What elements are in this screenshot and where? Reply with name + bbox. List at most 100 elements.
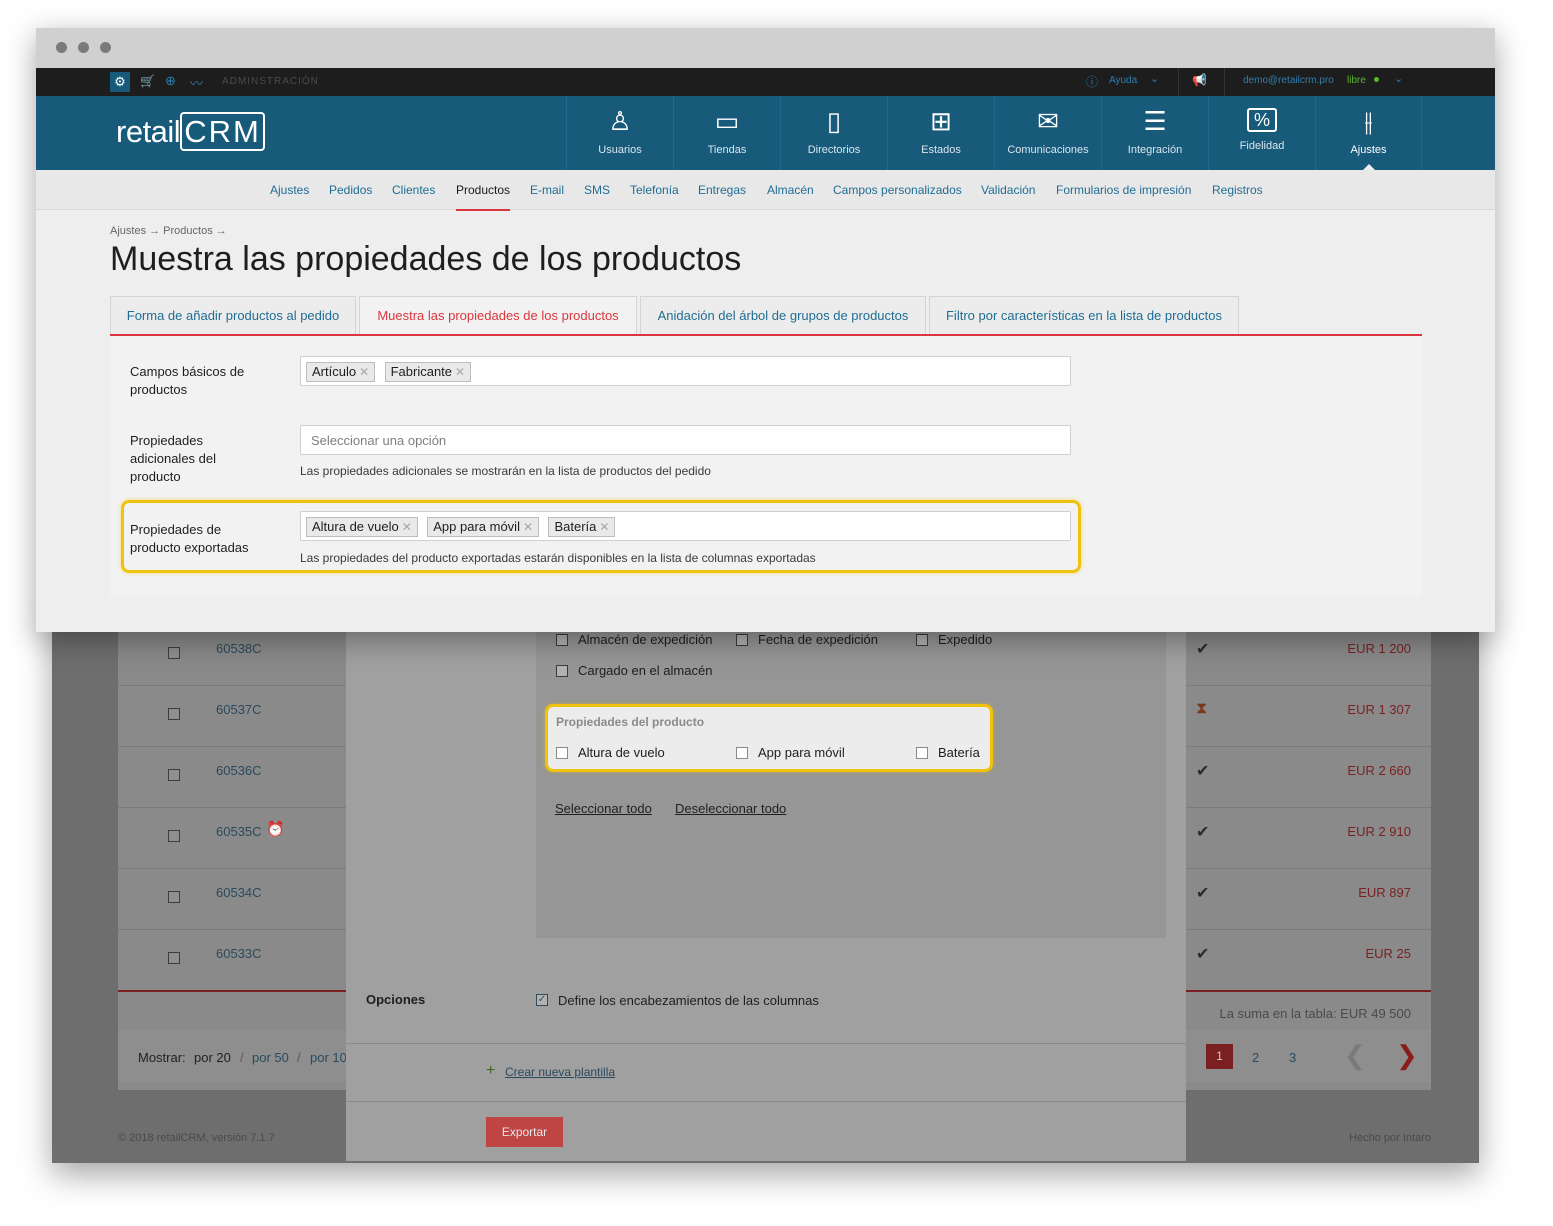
per-page-100[interactable]: por 10 bbox=[310, 1050, 347, 1065]
tab-tree-nesting[interactable]: Anidación del árbol de grupos de product… bbox=[640, 296, 926, 335]
status-icon: ⊞ bbox=[930, 106, 952, 136]
nav-comunicaciones[interactable]: ✉ Comunicaciones bbox=[994, 96, 1101, 170]
remove-tag-icon[interactable]: ✕ bbox=[599, 520, 609, 534]
row-checkbox[interactable] bbox=[168, 708, 180, 720]
tag[interactable]: App para móvil ✕ bbox=[427, 517, 540, 537]
subnav-campos-personalizados[interactable]: Campos personalizados bbox=[833, 183, 962, 197]
next-page-icon[interactable]: ❯ bbox=[1396, 1040, 1418, 1071]
tab-filter-characteristics[interactable]: Filtro por características en la lista d… bbox=[929, 296, 1239, 335]
gear-icon[interactable]: ⚙ bbox=[110, 72, 130, 92]
remove-tag-icon[interactable]: ✕ bbox=[402, 520, 412, 534]
order-number[interactable]: 60536C bbox=[216, 763, 262, 778]
define-headers-checkbox[interactable]: ✓ bbox=[536, 994, 548, 1006]
tag[interactable]: Batería ✕ bbox=[548, 517, 616, 537]
user-email[interactable]: demo@retailcrm.pro bbox=[1243, 75, 1334, 86]
plan-badge: libre bbox=[1347, 75, 1366, 86]
nav-tiendas[interactable]: ▭ Tiendas bbox=[673, 96, 780, 170]
plus-icon[interactable]: + bbox=[486, 1062, 495, 1080]
deselect-all-link[interactable]: Deseleccionar todo bbox=[675, 801, 786, 816]
footer-credit[interactable]: Hecho por Intaro bbox=[1349, 1132, 1431, 1144]
order-price: EUR 25 bbox=[1365, 946, 1411, 961]
subnav-sms[interactable]: SMS bbox=[584, 183, 610, 197]
subnav-clientes[interactable]: Clientes bbox=[392, 183, 435, 197]
define-headers-label: Define los encabezamientos de las column… bbox=[558, 993, 819, 1008]
order-number[interactable]: 60538C bbox=[216, 641, 262, 656]
row-checkbox[interactable] bbox=[168, 830, 180, 842]
chevron-down-icon[interactable]: ⌄ bbox=[1150, 72, 1159, 85]
subnav-email[interactable]: E-mail bbox=[530, 183, 564, 197]
page-2[interactable]: 2 bbox=[1252, 1050, 1259, 1065]
nav-estados[interactable]: ⊞ Estados bbox=[887, 96, 994, 170]
remove-tag-icon[interactable]: ✕ bbox=[523, 520, 533, 534]
order-number[interactable]: 60533C bbox=[216, 946, 262, 961]
row-checkbox[interactable] bbox=[168, 952, 180, 964]
tab-show-properties[interactable]: Muestra las propiedades de los productos bbox=[359, 296, 637, 335]
nav-usuarios[interactable]: ♙ Usuarios bbox=[566, 96, 673, 170]
select-all-link[interactable]: Seleccionar todo bbox=[555, 801, 652, 816]
crosshair-icon[interactable]: ⊕ bbox=[165, 73, 176, 89]
basic-fields-select[interactable]: Artículo ✕ Fabricante ✕ bbox=[300, 356, 1071, 386]
prev-page-icon[interactable]: ❮ bbox=[1344, 1040, 1366, 1071]
subnav-productos[interactable]: Productos bbox=[456, 183, 511, 211]
remove-tag-icon[interactable]: ✕ bbox=[359, 365, 369, 379]
window-minimize-dot[interactable] bbox=[78, 42, 89, 53]
field-checkbox[interactable] bbox=[916, 634, 928, 646]
field-checkbox[interactable] bbox=[556, 665, 568, 677]
subnav-entregas[interactable]: Entregas bbox=[698, 183, 746, 197]
tag[interactable]: Artículo ✕ bbox=[306, 362, 376, 382]
field-checkbox[interactable] bbox=[556, 634, 568, 646]
divider bbox=[346, 1043, 1186, 1044]
prop-checkbox[interactable] bbox=[916, 747, 928, 759]
window-zoom-dot[interactable] bbox=[100, 42, 111, 53]
exported-props-select[interactable]: Altura de vuelo ✕ App para móvil ✕ Batería… bbox=[300, 511, 1071, 541]
nav-ajustes[interactable]: ⫲ Ajustes bbox=[1315, 96, 1422, 170]
order-price: EUR 2 660 bbox=[1347, 763, 1411, 778]
prop-checkbox[interactable] bbox=[556, 747, 568, 759]
logo[interactable]: retail CRM bbox=[116, 112, 265, 151]
nav-integracion[interactable]: ☰ Integración bbox=[1101, 96, 1208, 170]
export-button[interactable]: Exportar bbox=[486, 1117, 563, 1147]
row-checkbox[interactable] bbox=[168, 647, 180, 659]
subnav-ajustes[interactable]: Ajustes bbox=[270, 183, 309, 197]
tab-add-products[interactable]: Forma de añadir productos al pedido bbox=[110, 296, 356, 335]
subnav-formularios[interactable]: Formularios de impresión bbox=[1056, 183, 1191, 197]
cart-icon[interactable]: 🛒 bbox=[140, 74, 155, 88]
page-1[interactable]: 1 bbox=[1206, 1044, 1233, 1069]
help-link[interactable]: Ayuda bbox=[1109, 75, 1137, 86]
nav-directorios[interactable]: ▯ Directorios bbox=[780, 96, 887, 170]
window-close-dot[interactable] bbox=[56, 42, 67, 53]
breadcrumb[interactable]: Ajustes → Productos → bbox=[110, 225, 227, 237]
additional-props-select[interactable]: Seleccionar una opción bbox=[300, 425, 1071, 455]
help-icon[interactable]: ⓘ bbox=[1086, 73, 1098, 90]
create-template-link[interactable]: Crear nueva plantilla bbox=[505, 1065, 615, 1079]
remove-tag-icon[interactable]: ✕ bbox=[455, 365, 465, 379]
check-icon: ✔ bbox=[1196, 946, 1210, 963]
subnav-telefonia[interactable]: Telefonía bbox=[630, 183, 679, 197]
admin-bar: ⚙ 🛒 ⊕ 〰 ADMINSTRACIÓN ⓘ Ayuda ⌄ 📢 demo@r… bbox=[36, 68, 1495, 96]
row-checkbox[interactable] bbox=[168, 891, 180, 903]
order-number[interactable]: 60534C bbox=[216, 885, 262, 900]
per-page-50[interactable]: por 50 bbox=[252, 1050, 289, 1065]
per-page-20[interactable]: por 20 bbox=[194, 1050, 231, 1065]
order-number[interactable]: 60535C bbox=[216, 824, 262, 839]
subnav-validacion[interactable]: Validación bbox=[981, 183, 1035, 197]
options-label: Opciones bbox=[366, 992, 426, 1007]
chart-icon[interactable]: 〰 bbox=[190, 73, 203, 92]
tag[interactable]: Altura de vuelo ✕ bbox=[306, 517, 418, 537]
row-checkbox[interactable] bbox=[168, 769, 180, 781]
tag[interactable]: Fabricante ✕ bbox=[384, 362, 472, 382]
subnav-registros[interactable]: Registros bbox=[1212, 183, 1263, 197]
field-label: Almacén de expedición bbox=[578, 632, 713, 647]
subnav-pedidos[interactable]: Pedidos bbox=[329, 183, 372, 197]
order-number[interactable]: 60537C bbox=[216, 702, 262, 717]
subnav-almacen[interactable]: Almacén bbox=[767, 183, 814, 197]
loyalty-icon: % bbox=[1247, 108, 1277, 132]
chevron-down-icon[interactable]: ⌄ bbox=[1394, 72, 1403, 85]
nav-fidelidad[interactable]: % Fidelidad bbox=[1208, 96, 1315, 170]
field-checkbox[interactable] bbox=[736, 634, 748, 646]
prop-label: App para móvil bbox=[758, 745, 845, 760]
prop-checkbox[interactable] bbox=[736, 747, 748, 759]
page-3[interactable]: 3 bbox=[1289, 1050, 1296, 1065]
field-label: Fecha de expedición bbox=[758, 632, 878, 647]
megaphone-icon[interactable]: 📢 bbox=[1192, 73, 1207, 87]
